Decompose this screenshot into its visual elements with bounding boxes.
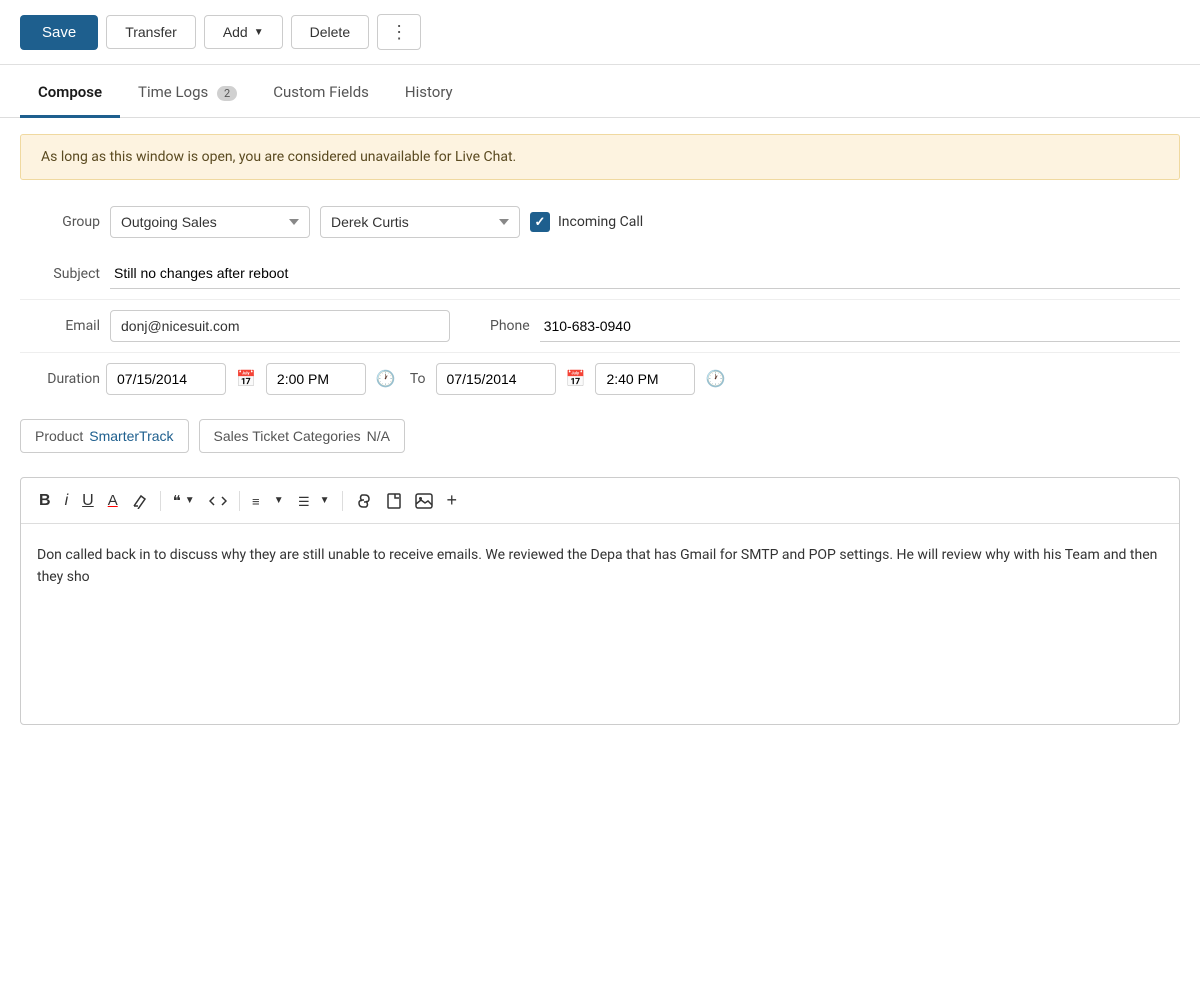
group-select[interactable]: Outgoing Sales [110, 206, 310, 238]
add-dropdown-arrow: ▼ [254, 27, 264, 38]
duration-label: Duration [20, 371, 100, 387]
svg-text:☰: ☰ [298, 494, 310, 509]
incoming-call-checkbox[interactable] [530, 212, 550, 232]
product-label: Product [35, 428, 83, 444]
eraser-button[interactable] [126, 489, 154, 513]
start-time-clock-icon[interactable]: 🕐 [372, 365, 400, 393]
incoming-call-checkbox-wrapper[interactable]: Incoming Call [530, 212, 643, 232]
bold-button[interactable]: B [33, 488, 57, 514]
image-button[interactable] [409, 489, 439, 513]
email-label: Email [20, 318, 100, 334]
end-date-calendar-icon[interactable]: 📅 [562, 365, 590, 393]
category-value: N/A [367, 428, 390, 444]
font-color-button[interactable]: A [102, 488, 124, 513]
unordered-list-button[interactable]: ☰ ▼ [292, 489, 336, 513]
rich-text-editor: B i U A ❝▼ ≡ ▼ ☰ ▼ + Don c [20, 477, 1180, 725]
toolbar: Save Transfer Add ▼ Delete ⋮ [0, 0, 1200, 65]
toolbar-divider-1 [160, 491, 161, 511]
email-phone-row: Email Phone [20, 300, 1180, 353]
product-row: Product SmarterTrack Sales Ticket Catego… [20, 405, 1180, 467]
toolbar-divider-2 [239, 491, 240, 511]
live-chat-alert: As long as this window is open, you are … [20, 134, 1180, 180]
transfer-button[interactable]: Transfer [106, 15, 196, 49]
delete-button[interactable]: Delete [291, 15, 369, 49]
more-options-button[interactable]: ⋮ [377, 14, 421, 50]
tab-time-logs[interactable]: Time Logs 2 [120, 69, 255, 118]
blockquote-button[interactable]: ❝▼ [167, 488, 201, 514]
start-date-input[interactable] [106, 363, 226, 395]
end-time-clock-icon[interactable]: 🕐 [701, 365, 729, 393]
time-logs-badge: 2 [217, 86, 237, 101]
editor-body[interactable]: Don called back in to discuss why they a… [21, 524, 1179, 724]
code-button[interactable] [203, 489, 233, 513]
subject-input[interactable] [110, 258, 1180, 289]
end-time-input[interactable] [595, 363, 695, 395]
duration-row: Duration 📅 🕐 To 📅 🕐 [20, 353, 1180, 405]
link-button[interactable] [349, 490, 379, 512]
email-input[interactable] [110, 310, 450, 342]
toolbar-divider-3 [342, 491, 343, 511]
form-area: Group Outgoing Sales Derek Curtis Incomi… [0, 196, 1200, 467]
editor-toolbar: B i U A ❝▼ ≡ ▼ ☰ ▼ + [21, 478, 1179, 524]
start-date-calendar-icon[interactable]: 📅 [232, 365, 260, 393]
plus-button[interactable]: + [441, 486, 464, 515]
tab-history[interactable]: History [387, 69, 471, 118]
underline-button[interactable]: U [76, 488, 100, 514]
svg-text:≡: ≡ [252, 494, 260, 509]
phone-input[interactable] [540, 311, 1180, 342]
tab-custom-fields[interactable]: Custom Fields [255, 69, 387, 118]
subject-row: Subject [20, 248, 1180, 300]
italic-button[interactable]: i [59, 488, 75, 514]
subject-label: Subject [20, 266, 100, 282]
phone-label: Phone [490, 318, 530, 334]
end-date-input[interactable] [436, 363, 556, 395]
ordered-list-button[interactable]: ≡ ▼ [246, 489, 290, 513]
group-row: Group Outgoing Sales Derek Curtis Incomi… [20, 196, 1180, 248]
to-label: To [410, 371, 426, 387]
tab-compose[interactable]: Compose [20, 69, 120, 118]
category-button[interactable]: Sales Ticket Categories N/A [199, 419, 405, 453]
group-label: Group [20, 214, 100, 230]
add-button[interactable]: Add ▼ [204, 15, 283, 49]
start-time-input[interactable] [266, 363, 366, 395]
product-button[interactable]: Product SmarterTrack [20, 419, 189, 453]
category-label: Sales Ticket Categories [214, 428, 361, 444]
product-value: SmarterTrack [89, 428, 173, 444]
agent-select[interactable]: Derek Curtis [320, 206, 520, 238]
file-button[interactable] [381, 489, 407, 513]
tab-bar: Compose Time Logs 2 Custom Fields Histor… [0, 69, 1200, 118]
incoming-call-label: Incoming Call [558, 214, 643, 230]
save-button[interactable]: Save [20, 15, 98, 50]
